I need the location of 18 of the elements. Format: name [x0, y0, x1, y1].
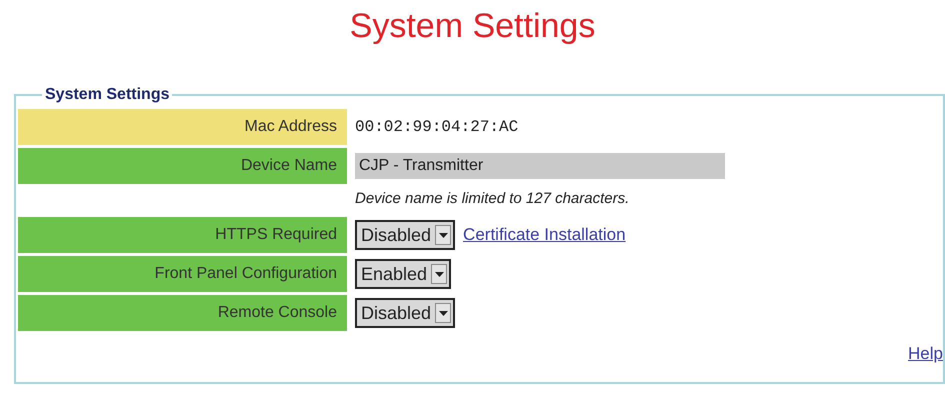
field-label: Mac Address	[18, 109, 347, 145]
dropdown[interactable]: Enabled	[355, 259, 452, 289]
mac-address-value: 00:02:99:04:27:AC	[355, 117, 518, 138]
field-label: Remote Console	[18, 295, 347, 331]
hint-text: Device name is limited to 127 characters.	[355, 188, 630, 209]
panel-legend: System Settings	[42, 86, 172, 104]
device-name-field[interactable]: CJP - Transmitter	[355, 153, 725, 179]
caret-icon	[434, 272, 444, 276]
page-title: System Settings	[348, 6, 596, 46]
caret-icon	[438, 310, 448, 316]
field-label: Front Panel Configuration	[18, 256, 347, 292]
dropdown[interactable]: Disabled	[355, 220, 456, 250]
field-label: HTTPS Required	[18, 217, 347, 253]
dropdown[interactable]: Disabled	[355, 298, 456, 328]
caret-icon	[438, 232, 448, 238]
field-label: Device Name	[18, 148, 347, 184]
certificate-link[interactable]: Certificate Installation	[463, 222, 626, 248]
help-link[interactable]: Help	[908, 341, 943, 366]
